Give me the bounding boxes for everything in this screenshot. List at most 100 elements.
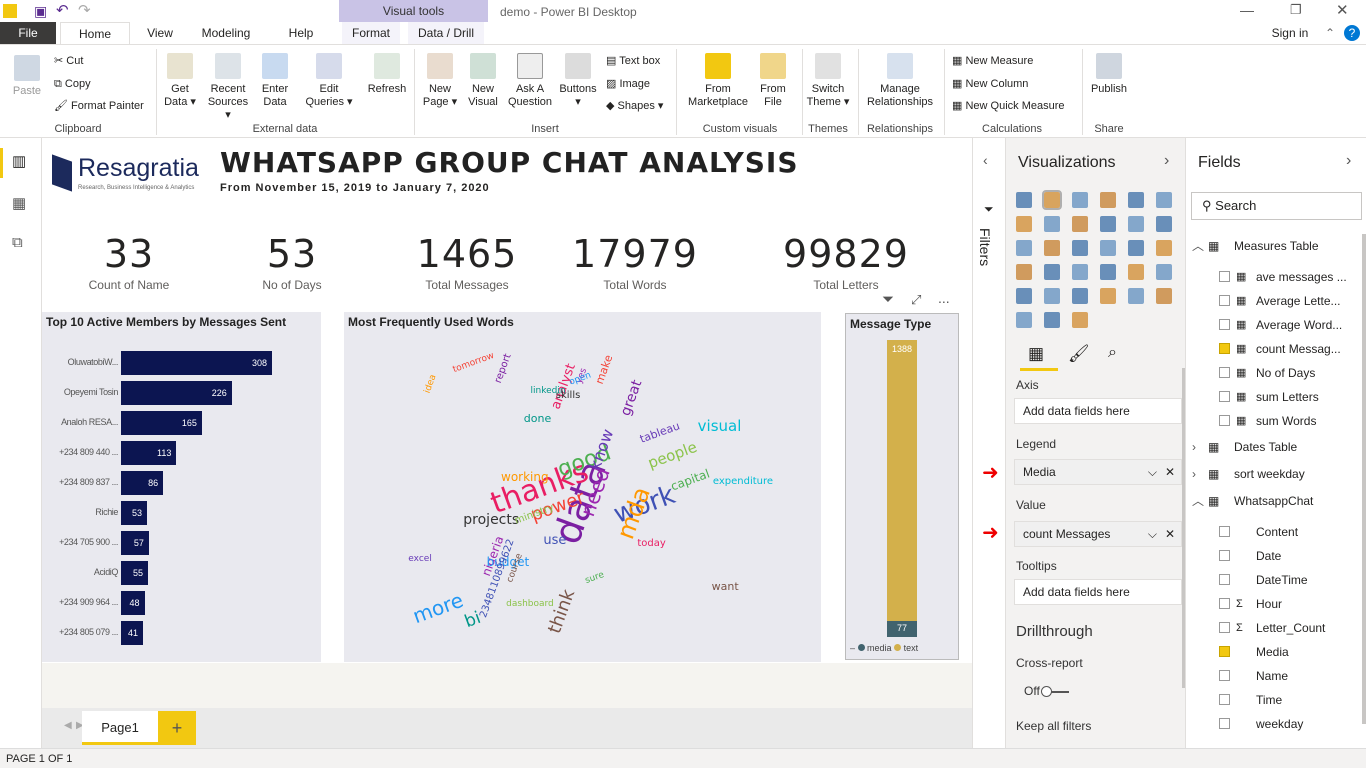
visual-type-icon[interactable] — [1156, 288, 1172, 304]
tooltips-well[interactable]: Add data fields here — [1014, 579, 1182, 605]
enter-data-button[interactable]: Enter Data — [256, 53, 294, 109]
remove-field-icon[interactable]: ✕ — [1165, 460, 1175, 484]
visual-type-icon[interactable] — [1044, 312, 1060, 328]
collapse-fields-icon[interactable]: › — [1346, 152, 1351, 170]
visual-type-icon[interactable] — [1016, 312, 1032, 328]
visual-type-icon[interactable] — [1016, 192, 1032, 208]
bar[interactable]: 308 — [121, 351, 272, 375]
bar[interactable]: 86 — [121, 471, 163, 495]
visual-type-icon[interactable] — [1016, 216, 1032, 232]
field-checkbox[interactable] — [1219, 415, 1230, 426]
value-field[interactable]: count Messages⌵✕ — [1014, 521, 1182, 547]
tab-view[interactable]: View — [135, 22, 185, 44]
visual-type-icon[interactable] — [1072, 192, 1088, 208]
new-measure-button[interactable]: ▦ New Measure — [952, 55, 1033, 68]
tab-help[interactable]: Help — [276, 22, 326, 44]
visual-type-icon[interactable] — [1072, 288, 1088, 304]
visual-type-icon[interactable] — [1156, 264, 1172, 280]
visual-type-icon[interactable] — [1100, 216, 1116, 232]
bar[interactable]: 55 — [121, 561, 148, 585]
field-checkbox[interactable] — [1219, 319, 1230, 330]
shapes-button[interactable]: ◆ Shapes ▾ — [606, 100, 663, 113]
remove-field-icon[interactable]: ✕ — [1165, 522, 1175, 546]
prev-page-icon[interactable]: ◀ — [64, 720, 72, 731]
add-page-button[interactable]: + — [158, 711, 196, 745]
undo-icon[interactable]: ↶ — [56, 1, 69, 19]
visual-type-icon[interactable] — [1072, 216, 1088, 232]
cut-button[interactable]: ✂ Cut — [54, 55, 83, 68]
visual-type-icon[interactable] — [1100, 240, 1116, 256]
edit-queries-button[interactable]: Edit Queries ▾ — [304, 53, 354, 109]
visual-type-icon[interactable] — [1072, 264, 1088, 280]
tab-data-drill[interactable]: Data / Drill — [408, 22, 484, 44]
collapse-ribbon-icon[interactable]: ⌃ — [1322, 22, 1338, 44]
from-file-button[interactable]: From File — [754, 53, 792, 109]
tab-file[interactable]: File — [0, 22, 56, 44]
refresh-button[interactable]: Refresh — [364, 53, 410, 96]
format-tab-icon[interactable]: 🖌 — [1068, 344, 1090, 364]
legend-field[interactable]: Media⌵✕ — [1014, 459, 1182, 485]
tab-home[interactable]: Home — [60, 22, 130, 44]
field-checkbox[interactable] — [1219, 271, 1230, 282]
top-members-chart[interactable]: Top 10 Active Members by Messages Sent O… — [42, 312, 321, 662]
tab-format[interactable]: Format — [342, 22, 400, 44]
focus-mode-icon[interactable]: ⤢ — [911, 292, 921, 308]
field-item[interactable]: ΣHour — [1186, 592, 1361, 616]
field-checkbox[interactable] — [1219, 295, 1230, 306]
field-item[interactable]: DateTime — [1186, 568, 1361, 592]
bar-segment-text[interactable]: 1388 — [887, 340, 917, 621]
new-quick-measure-button[interactable]: ▦ New Quick Measure — [952, 100, 1065, 113]
field-checkbox[interactable] — [1219, 718, 1230, 729]
visual-type-icon[interactable] — [1044, 192, 1060, 208]
scrollbar[interactable] — [1362, 234, 1366, 724]
field-item[interactable]: ΣLetter_Count — [1186, 616, 1361, 640]
field-item[interactable]: ▦Average Word... — [1186, 313, 1361, 337]
visual-type-icon[interactable] — [1044, 264, 1060, 280]
field-table[interactable]: ›▦Dates Table — [1186, 435, 1361, 459]
field-checkbox[interactable] — [1219, 694, 1230, 705]
text-box-button[interactable]: ▤ Text box — [606, 55, 660, 68]
field-checkbox[interactable] — [1219, 670, 1230, 681]
more-options-icon[interactable]: ... — [938, 290, 950, 306]
bar[interactable]: 48 — [121, 591, 145, 615]
expand-filters-icon[interactable]: ‹ — [983, 152, 988, 168]
chevron-right-icon[interactable]: › — [1192, 435, 1196, 459]
field-item[interactable]: ▦sum Letters — [1186, 385, 1361, 409]
bar[interactable]: 57 — [121, 531, 149, 555]
field-item[interactable]: weekday — [1186, 712, 1361, 736]
visual-type-icon[interactable] — [1044, 288, 1060, 304]
message-type-chart[interactable]: Message Type 138877 – media text — [845, 313, 959, 660]
image-button[interactable]: ▨ Image — [606, 78, 650, 91]
cross-report-toggle[interactable]: Off — [1024, 684, 1069, 698]
visual-type-icon[interactable] — [1128, 240, 1144, 256]
visual-type-icon[interactable] — [1044, 216, 1060, 232]
field-table[interactable]: ︿▦WhatsappChat — [1186, 489, 1361, 513]
switch-theme-button[interactable]: Switch Theme ▾ — [806, 53, 850, 109]
manage-relationships-button[interactable]: Manage Relationships — [862, 53, 938, 109]
field-checkbox[interactable] — [1219, 526, 1230, 537]
visual-type-icon[interactable] — [1128, 192, 1144, 208]
recent-sources-button[interactable]: Recent Sources ▾ — [204, 53, 252, 122]
copy-button[interactable]: ⧉ Copy — [54, 78, 91, 91]
data-view-icon[interactable]: ▦ — [12, 194, 26, 212]
report-view-icon[interactable]: ▥ — [12, 152, 26, 170]
paste-button[interactable]: Paste — [8, 55, 46, 98]
visual-type-icon[interactable] — [1128, 288, 1144, 304]
filter-icon[interactable]: ⏷ — [882, 291, 894, 308]
save-icon[interactable]: ▣ — [34, 3, 47, 20]
field-checkbox[interactable] — [1219, 646, 1230, 657]
field-item[interactable]: ▦ave messages ... — [1186, 265, 1361, 289]
search-input[interactable]: ⚲ Search — [1191, 192, 1362, 220]
visual-type-icon[interactable] — [1100, 264, 1116, 280]
visual-type-icon[interactable] — [1100, 288, 1116, 304]
format-painter-button[interactable]: 🖌 Format Painter — [54, 100, 144, 113]
bar[interactable]: 165 — [121, 411, 202, 435]
visual-type-icon[interactable] — [1156, 240, 1172, 256]
bar-segment-media[interactable]: 77 — [887, 621, 917, 637]
visual-type-icon[interactable] — [1100, 192, 1116, 208]
bar[interactable]: 226 — [121, 381, 232, 405]
publish-button[interactable]: Publish — [1088, 53, 1130, 96]
field-table[interactable]: ›▦sort weekday — [1186, 462, 1361, 486]
new-page-button[interactable]: New Page ▾ — [418, 53, 462, 109]
field-item[interactable]: ▦count Messag... — [1186, 337, 1361, 361]
